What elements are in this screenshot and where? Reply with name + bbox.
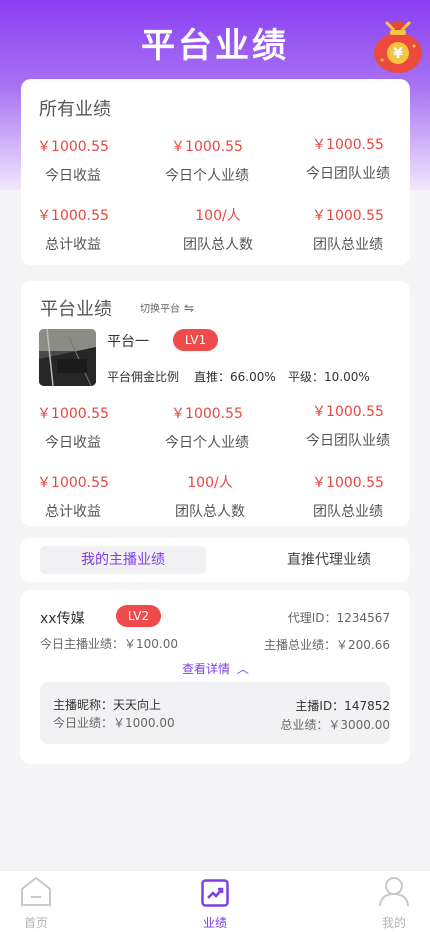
switch-platform-button[interactable]: 切换平台 ⇋: [140, 300, 195, 316]
view-details-link[interactable]: 查看详情 ︿: [182, 660, 249, 677]
stat-value: ￥1000.55: [37, 475, 109, 491]
stat-label: 团队总业绩: [313, 504, 383, 520]
stat-team-count: 100/人 团队总人数: [140, 472, 280, 521]
svg-text:¥: ¥: [393, 46, 403, 62]
stat-value: ￥1000.55: [171, 406, 243, 422]
stat-value: 100/人: [195, 208, 241, 224]
performance-tabs: 我的主播业绩 直推代理业绩: [20, 538, 410, 582]
stat-team-total: ￥1000.55 团队总业绩: [278, 472, 418, 521]
nav-performance[interactable]: 业绩: [180, 875, 250, 931]
stat-today-income: ￥1000.55 今日收益: [3, 403, 143, 452]
peer-rate: 平级：10.00%: [288, 370, 370, 384]
stat-label: 今日团队业绩: [306, 433, 390, 449]
nav-mine[interactable]: 我的: [359, 875, 429, 931]
commission-label: 平台佣金比例: [107, 370, 180, 384]
direct-rate: 直推：66.00%: [194, 370, 276, 384]
stat-label: 团队总人数: [183, 237, 253, 253]
stat-value: ￥1000.55: [312, 137, 384, 153]
nav-performance-label: 业绩: [202, 916, 227, 930]
stat-value: ￥1000.55: [37, 208, 109, 224]
swap-icon: ⇋: [184, 300, 195, 315]
stat-today-income: ￥1000.55 今日收益: [3, 136, 143, 185]
all-performance-card: 所有业绩 ￥1000.55 今日收益 ￥1000.55 今日个人业绩 ￥1000…: [21, 79, 410, 265]
tab-direct-agent-performance[interactable]: 直推代理业绩: [248, 546, 410, 574]
stat-total-income: ￥1000.55 总计收益: [3, 472, 143, 521]
nav-mine-label: 我的: [381, 916, 406, 930]
switch-platform-label: 切换平台: [140, 304, 180, 315]
platform-name: 平台一: [107, 334, 149, 350]
agent-id: 代理ID：1234567: [287, 611, 390, 625]
today-anchor-performance: 今日主播业绩：￥100.00: [40, 637, 178, 651]
nav-home-label: 首页: [23, 916, 48, 930]
stat-label: 今日个人业绩: [165, 435, 249, 451]
stat-label: 今日个人业绩: [165, 168, 249, 184]
stat-label: 团队总人数: [175, 504, 245, 520]
stat-label: 今日收益: [45, 168, 101, 184]
money-bag-icon[interactable]: ¥: [368, 16, 428, 76]
total-anchor-performance: 主播总业绩：￥200.66: [264, 638, 390, 652]
user-icon: [379, 877, 409, 907]
view-details-label: 查看详情: [182, 662, 231, 676]
stat-label: 今日收益: [45, 435, 101, 451]
stat-value: ￥1000.55: [37, 406, 109, 422]
anchor-today-performance: 今日业绩：￥1000.00: [53, 716, 175, 730]
chevron-up-icon: ︿: [236, 662, 249, 676]
stat-team-total: ￥1000.55 团队总业绩: [278, 205, 418, 254]
stat-total-income: ￥1000.55 总计收益: [3, 205, 143, 254]
anchor-id: 主播ID：147852: [295, 699, 390, 713]
chart-icon: [201, 879, 229, 907]
home-icon: [21, 876, 51, 906]
anchor-nickname: 主播昵称：天天向上: [53, 698, 162, 712]
stat-label: 总计收益: [45, 504, 101, 520]
bottom-navigation: 首页 业绩 我的: [0, 870, 430, 932]
agent-card: xx传媒 LV2 代理ID：1234567 今日主播业绩：￥100.00 主播总…: [20, 590, 410, 764]
nav-home[interactable]: 首页: [1, 875, 71, 931]
stat-value: ￥1000.55: [37, 139, 109, 155]
card-title: 所有业绩: [39, 99, 111, 120]
stat-today-team: ￥1000.55 今日团队业绩: [278, 401, 418, 450]
stat-label: 团队总业绩: [313, 237, 383, 253]
stat-team-count: 100/人 团队总人数: [148, 205, 288, 254]
card-title: 平台业绩: [40, 299, 112, 320]
stat-value: ￥1000.55: [312, 404, 384, 420]
stat-label: 今日团队业绩: [306, 166, 390, 182]
stat-today-personal: ￥1000.55 今日个人业绩: [137, 403, 277, 452]
anchor-detail-box: 主播昵称：天天向上 主播ID：147852 今日业绩：￥1000.00 总业绩：…: [40, 682, 390, 744]
level-badge: LV1: [173, 329, 218, 351]
stat-label: 总计收益: [45, 237, 101, 253]
page-title: 平台业绩: [141, 26, 289, 66]
stat-value: 100/人: [187, 475, 233, 491]
agent-name: xx传媒: [40, 611, 85, 627]
stat-value: ￥1000.55: [312, 208, 384, 224]
anchor-total-performance: 总业绩：￥3000.00: [280, 718, 390, 732]
stat-value: ￥1000.55: [312, 475, 384, 491]
tab-my-anchor-performance[interactable]: 我的主播业绩: [40, 546, 206, 574]
level-badge: LV2: [116, 605, 161, 627]
platform-thumbnail: [39, 329, 96, 386]
stat-today-personal: ￥1000.55 今日个人业绩: [137, 136, 277, 185]
stat-value: ￥1000.55: [171, 139, 243, 155]
stat-today-team: ￥1000.55 今日团队业绩: [278, 134, 418, 183]
platform-performance-card: 平台业绩 切换平台 ⇋ 平台一 LV1 平台佣金比例 直推：66.00% 平级：…: [21, 281, 410, 526]
